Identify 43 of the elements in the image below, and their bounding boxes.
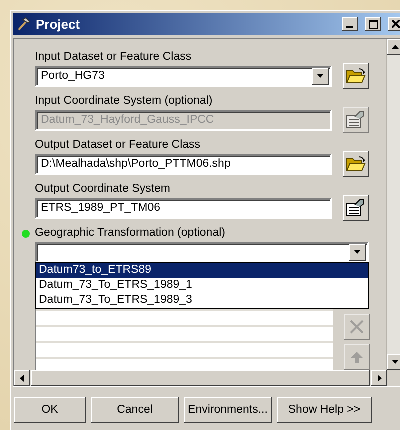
field-label: Input Dataset or Feature Class bbox=[35, 51, 193, 64]
field-label: Input Coordinate System (optional) bbox=[35, 95, 214, 108]
caret-icon bbox=[353, 248, 362, 256]
scroll-left-button[interactable] bbox=[14, 370, 30, 386]
dialog-button[interactable]: Environments... bbox=[184, 397, 272, 423]
menu-item[interactable]: Datum73_to_ETRS89 bbox=[36, 263, 368, 278]
window-title: Project bbox=[36, 16, 82, 32]
dropdown-button[interactable] bbox=[349, 244, 366, 260]
hammer-icon bbox=[17, 17, 31, 31]
scroll-right-button[interactable] bbox=[371, 370, 387, 386]
open-folder-icon bbox=[346, 68, 366, 84]
close-button[interactable] bbox=[388, 17, 400, 31]
field-label: Output Coordinate System bbox=[35, 183, 172, 196]
up-arrow-icon bbox=[350, 351, 364, 363]
remove-button[interactable] bbox=[344, 314, 370, 340]
dataset-combobox[interactable]: Porto_HG73 bbox=[35, 66, 332, 86]
down-arrow-icon bbox=[390, 358, 400, 366]
maximize-icon bbox=[368, 20, 378, 28]
field-label: Geographic Transformation (optional) bbox=[35, 227, 226, 240]
close-icon bbox=[392, 20, 400, 28]
open-folder-icon bbox=[346, 156, 366, 172]
scroll-up-button[interactable] bbox=[387, 39, 400, 55]
minimize-button[interactable] bbox=[342, 17, 358, 31]
properties-icon bbox=[346, 111, 366, 129]
dialog-button[interactable]: OK bbox=[14, 397, 86, 423]
transformation-combobox[interactable] bbox=[35, 242, 369, 262]
dialog-button[interactable]: Cancel bbox=[91, 397, 179, 423]
browse-button[interactable] bbox=[343, 63, 369, 89]
text-field[interactable]: D:\Mealhada\shp\Porto_PTTM06.shp bbox=[35, 154, 332, 174]
properties-icon bbox=[346, 199, 366, 217]
left-arrow-icon bbox=[18, 374, 26, 382]
browse-button[interactable] bbox=[343, 151, 369, 177]
dropdown-button[interactable] bbox=[312, 68, 329, 84]
properties-button[interactable] bbox=[343, 195, 369, 221]
vertical-scrollbar[interactable] bbox=[386, 39, 400, 370]
maximize-button[interactable] bbox=[365, 17, 381, 31]
caret-icon bbox=[316, 72, 325, 80]
field-label: Output Dataset or Feature Class bbox=[35, 139, 202, 152]
up-arrow-icon bbox=[390, 42, 400, 52]
scroll-down-button[interactable] bbox=[387, 354, 400, 370]
dialog-button[interactable]: Show Help >> bbox=[277, 397, 372, 423]
close-icon bbox=[350, 320, 364, 334]
text-field[interactable]: ETRS_1989_PT_TM06 bbox=[35, 198, 332, 218]
